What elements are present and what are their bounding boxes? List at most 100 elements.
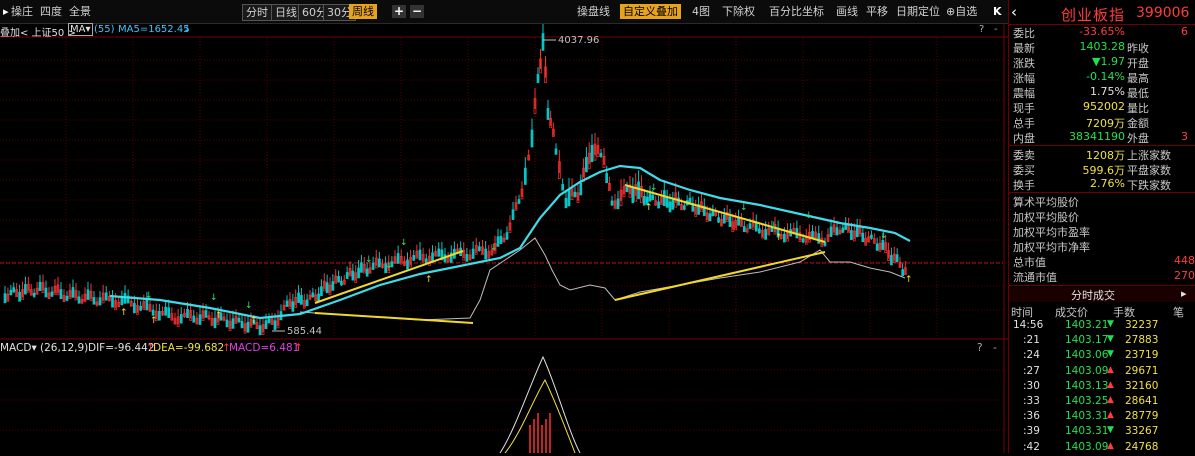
candle-body	[151, 309, 155, 316]
trade-row: :36 1403.31 ▲ 28779	[1009, 410, 1195, 425]
cap-row: 流通市值 270	[1009, 269, 1195, 284]
candle-body	[320, 286, 323, 296]
candle-body	[530, 129, 534, 148]
tab-zhouxian[interactable]: 周线	[349, 4, 377, 19]
candle-body	[65, 295, 69, 301]
candle-body	[71, 287, 75, 298]
candle-body	[164, 306, 167, 316]
candle-body	[258, 325, 262, 336]
candle-body	[890, 255, 893, 266]
caopanxian-button[interactable]: 操盘线	[574, 4, 613, 19]
candle-body	[561, 184, 565, 191]
tab-rixian[interactable]: 日线	[271, 4, 301, 21]
trade-time: :42	[1023, 440, 1040, 453]
cap-row: 总市值 448	[1009, 254, 1195, 269]
trade-row: :30 1403.13 ▲ 32160	[1009, 380, 1195, 395]
candle-body	[18, 291, 21, 302]
candle-body	[365, 268, 369, 277]
candle-body	[665, 197, 669, 208]
percent-axis-button[interactable]: 百分比坐标	[766, 4, 827, 19]
four-charts-button[interactable]: 4图	[689, 4, 713, 19]
ex-rights-button[interactable]: 下除权	[719, 4, 758, 19]
stat-label2: 下跌家数	[1127, 179, 1171, 192]
candle-body	[267, 318, 271, 324]
tab-expand-icon[interactable]: ▸	[1181, 287, 1187, 300]
stat-row: 涨跌 ▼1.97 开盘	[1009, 55, 1195, 70]
candle-body	[179, 314, 183, 324]
trades-header: 时间 成交价 手数 笔	[1009, 304, 1195, 319]
candle-body	[717, 217, 720, 223]
candle-body	[396, 253, 400, 264]
overlay-label[interactable]: 叠加< 上证50 >	[0, 24, 76, 39]
stat-value: 38341190	[1069, 130, 1125, 143]
candle-body	[870, 234, 873, 239]
candle-body	[517, 199, 521, 204]
trade-volume: 23719	[1125, 349, 1159, 362]
stat-label2: 开盘	[1127, 57, 1149, 70]
zoom-out-button[interactable]: −	[410, 5, 424, 18]
add-watchlist-button[interactable]: ⊕自选	[943, 4, 980, 19]
collapse-panel-button[interactable]: K	[990, 4, 1005, 19]
candle-body	[554, 148, 558, 155]
candle-body	[291, 301, 295, 312]
candle-body	[861, 232, 865, 243]
candle-body	[424, 258, 428, 264]
candle-body	[625, 186, 629, 192]
trade-price: 1403.06	[1065, 349, 1109, 362]
minimize-icon[interactable]: -	[994, 24, 998, 35]
candle-body	[764, 229, 767, 240]
candle-body	[311, 292, 315, 298]
stat-label: 换手	[1013, 179, 1035, 192]
macd-minimize-icon[interactable]: -	[993, 342, 997, 354]
macd-help-icon[interactable]: ?	[977, 342, 983, 354]
candle-body	[297, 292, 300, 304]
candle-body	[637, 181, 640, 200]
trade-time: :36	[1023, 410, 1040, 423]
signal-down-arrow-icon: ↓	[740, 203, 748, 213]
menu-sidu[interactable]: 四度	[37, 4, 65, 19]
signal-up-arrow-icon: ↑	[150, 316, 158, 326]
candle-body	[465, 254, 469, 262]
tab-fenshi[interactable]: 分时	[242, 4, 272, 21]
macd-select[interactable]: MACD▾	[0, 342, 37, 354]
prev-stock-icon[interactable]: ‹	[1011, 3, 1017, 21]
zoom-in-button[interactable]: +	[392, 5, 406, 18]
stat-row: 总手 7209万 金额	[1009, 115, 1195, 130]
date-locate-button[interactable]: 日期定位	[893, 4, 943, 19]
candle-body	[651, 194, 655, 200]
candle-body	[264, 320, 268, 330]
candle-body	[406, 259, 409, 270]
stat-label2: 上涨家数	[1127, 149, 1171, 162]
kline-chart[interactable]: ↑↑ ↑ ↑↑ ↑↑↑↓ ↓↓↓↓↓ ↓↓↓↓↓↓ 4037.96 585.44	[0, 0, 1008, 453]
menu-quanjing[interactable]: 全景	[66, 4, 94, 19]
stat-row: 震幅 1.75% 最低	[1009, 85, 1195, 100]
stat-value: 2.76%	[1090, 177, 1125, 190]
dea-curve	[504, 378, 576, 453]
stat-value: -33.65%	[1079, 25, 1125, 38]
tab-fenshi-chengjiao[interactable]: 分时成交	[1071, 287, 1115, 303]
help-icon[interactable]: ?	[979, 24, 984, 35]
candle-body	[92, 297, 96, 305]
signal-up-arrow-icon: ↑	[250, 316, 258, 326]
pan-button[interactable]: 平移	[863, 4, 891, 19]
custom-overlay-button[interactable]: 自定义叠加	[620, 4, 681, 19]
ma-select[interactable]: MA▾	[68, 23, 93, 36]
menu-caozhuang[interactable]: 操庄	[8, 4, 36, 19]
candle-body	[237, 317, 241, 323]
macd-param: (26,12,9)	[40, 342, 89, 354]
candle-body	[104, 292, 108, 301]
stat-row: 委卖 1208万 上涨家数	[1009, 147, 1195, 162]
signal-down-arrow-icon: ↓	[145, 291, 153, 301]
ma5-value: MA5=1652.45	[118, 24, 190, 35]
candle-body	[337, 276, 340, 283]
candle-body	[412, 255, 416, 261]
top-toolbar: ▸ 操庄 四度 全景 分时 日线 60分 30分 周线 + − 操盘线 自定义叠…	[0, 0, 1008, 24]
separator	[1009, 192, 1195, 193]
candle-body	[511, 209, 515, 220]
stat-label: 委比	[1013, 27, 1035, 40]
trade-price: 1403.13	[1065, 379, 1109, 392]
draw-line-button[interactable]: 画线	[833, 4, 861, 19]
candle-body	[662, 190, 666, 207]
stat-row: 内盘 38341190 外盘 3	[1009, 130, 1195, 145]
candle-body	[192, 315, 196, 323]
